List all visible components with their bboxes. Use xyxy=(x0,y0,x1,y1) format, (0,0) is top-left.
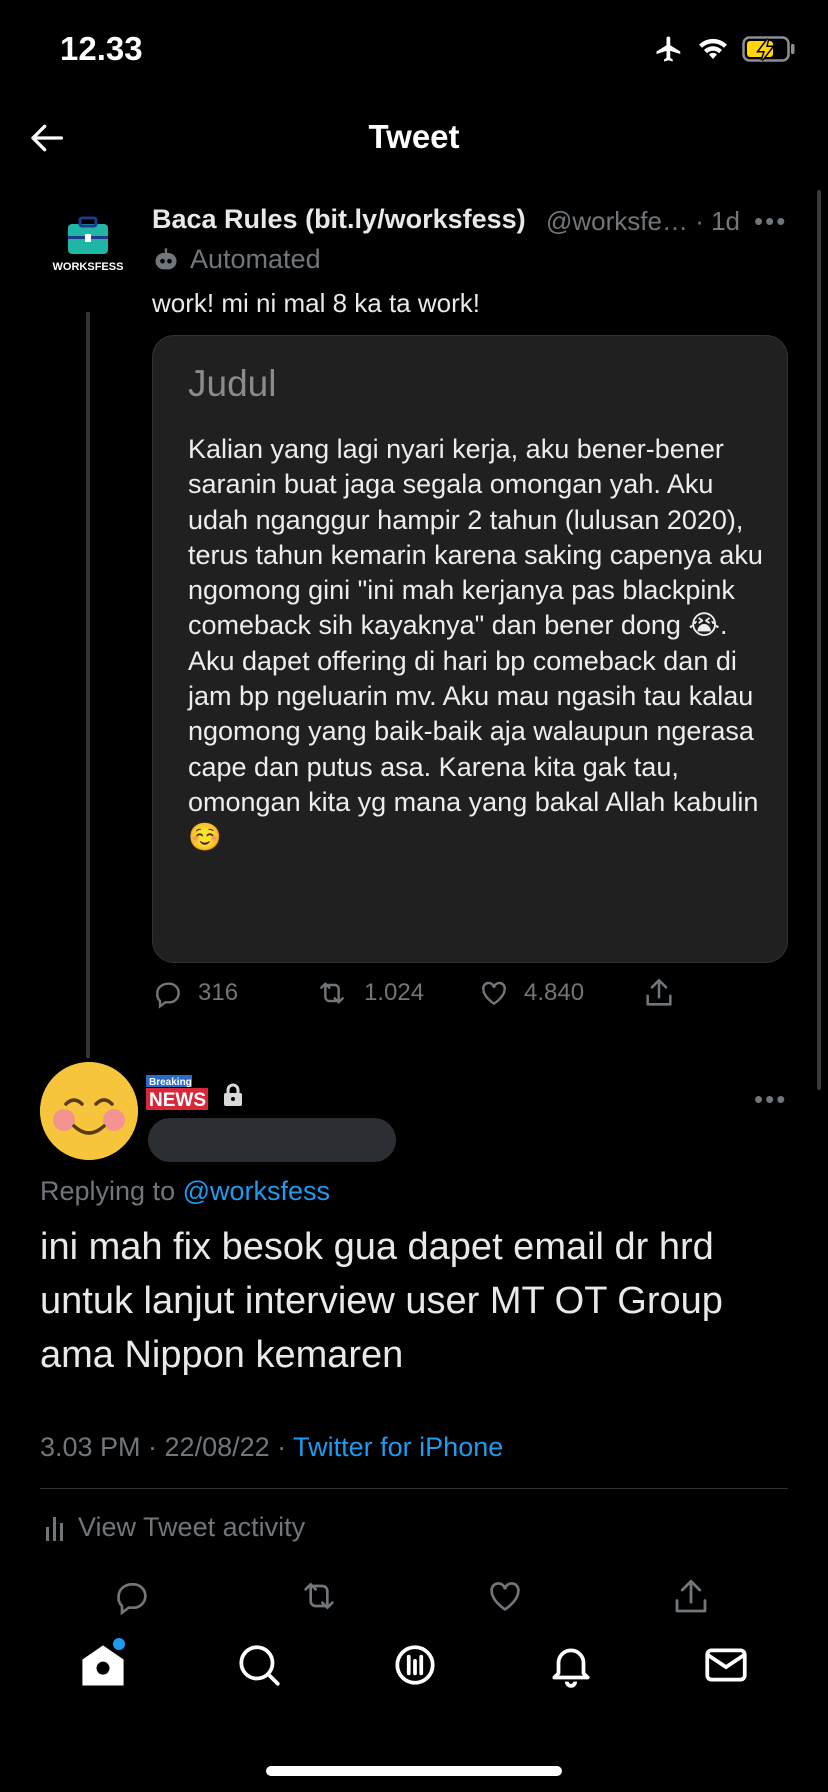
reply-icon[interactable] xyxy=(112,1576,152,1618)
tweet-meta: 3.03 PM · 22/08/22 · Twitter for iPhone xyxy=(40,1432,503,1463)
badge-big-text: NEWS xyxy=(149,1090,206,1111)
like-icon xyxy=(478,977,510,1009)
card-title: Judul xyxy=(188,363,277,404)
scrollbar[interactable] xyxy=(817,190,821,1090)
replying-to-prefix: Replying to xyxy=(40,1176,176,1206)
like-button[interactable]: 4.840 xyxy=(478,977,642,1009)
tweet-source[interactable]: Twitter for iPhone xyxy=(293,1432,503,1462)
reply-actions xyxy=(112,1576,712,1618)
lock-icon xyxy=(222,1083,244,1107)
notifications-icon xyxy=(546,1640,596,1690)
tab-spaces[interactable] xyxy=(390,1640,440,1692)
like-icon[interactable] xyxy=(485,1576,525,1618)
breaking-news-badge: Breaking NEWS xyxy=(146,1075,208,1111)
retweet-count: 1.024 xyxy=(364,979,425,1006)
retweet-icon[interactable] xyxy=(297,1576,341,1618)
tweet-display-name[interactable]: Baca Rules (bit.ly/worksfess) xyxy=(152,204,526,235)
activity-icon xyxy=(44,1513,66,1543)
activity-label: View Tweet activity xyxy=(78,1512,306,1542)
page-title: Tweet xyxy=(368,118,460,155)
share-icon xyxy=(642,976,676,1010)
worksfess-logo-text: WORKSFESS xyxy=(53,261,124,273)
reply-name-redacted xyxy=(148,1118,396,1162)
replying-to: Replying to @worksfess xyxy=(40,1176,330,1207)
divider xyxy=(40,1488,788,1489)
reply-icon xyxy=(152,977,184,1009)
tab-home[interactable] xyxy=(77,1638,129,1692)
automated-text: Automated xyxy=(190,244,321,274)
tweet-more-button[interactable]: ••• xyxy=(754,206,787,237)
retweet-icon xyxy=(314,977,350,1009)
retweet-button[interactable]: 1.024 xyxy=(314,977,478,1009)
card-body: Kalian yang lagi nyari kerja, aku bener-… xyxy=(188,434,763,853)
home-notification-dot xyxy=(112,1638,125,1650)
tab-messages[interactable] xyxy=(701,1640,751,1692)
badge-small-text: Breaking xyxy=(149,1077,192,1088)
status-icons xyxy=(654,34,796,64)
share-button[interactable] xyxy=(642,976,676,1010)
reply-avatar[interactable] xyxy=(40,1062,138,1160)
tweet-handle-time[interactable]: @worksfe… · 1d xyxy=(546,206,740,237)
tab-notifications[interactable] xyxy=(546,1640,596,1692)
replying-to-handle[interactable]: @worksfess xyxy=(183,1176,330,1206)
tweet-timestamp: 3.03 PM · 22/08/22 · xyxy=(40,1432,294,1462)
airplane-icon xyxy=(654,34,684,64)
home-indicator[interactable] xyxy=(266,1766,562,1776)
share-icon[interactable] xyxy=(670,1576,712,1618)
spaces-icon xyxy=(390,1640,440,1690)
robot-icon xyxy=(152,246,180,274)
battery-icon xyxy=(742,36,796,62)
automated-label: Automated xyxy=(152,244,321,275)
view-tweet-activity[interactable]: View Tweet activity xyxy=(44,1512,305,1543)
status-time: 12.33 xyxy=(60,30,143,67)
bottom-tab-bar xyxy=(0,1638,828,1692)
tab-search[interactable] xyxy=(234,1640,284,1692)
like-count: 4.840 xyxy=(524,979,585,1006)
worksfess-avatar[interactable]: WORKSFESS xyxy=(52,214,124,286)
reply-count: 316 xyxy=(198,979,239,1006)
reply-more-button[interactable]: ••• xyxy=(754,1084,787,1115)
reply-text: ini mah fix besok gua dapet email dr hrd… xyxy=(40,1226,723,1376)
thread-line xyxy=(86,312,90,1058)
tweet-text: work! mi ni mal 8 ka ta work! xyxy=(152,288,480,318)
tweet-actions: 316 1.024 4.840 xyxy=(152,976,692,1010)
messages-icon xyxy=(701,1640,751,1690)
wifi-icon xyxy=(698,36,728,62)
search-icon xyxy=(234,1640,284,1690)
reply-button[interactable]: 316 xyxy=(152,977,314,1009)
